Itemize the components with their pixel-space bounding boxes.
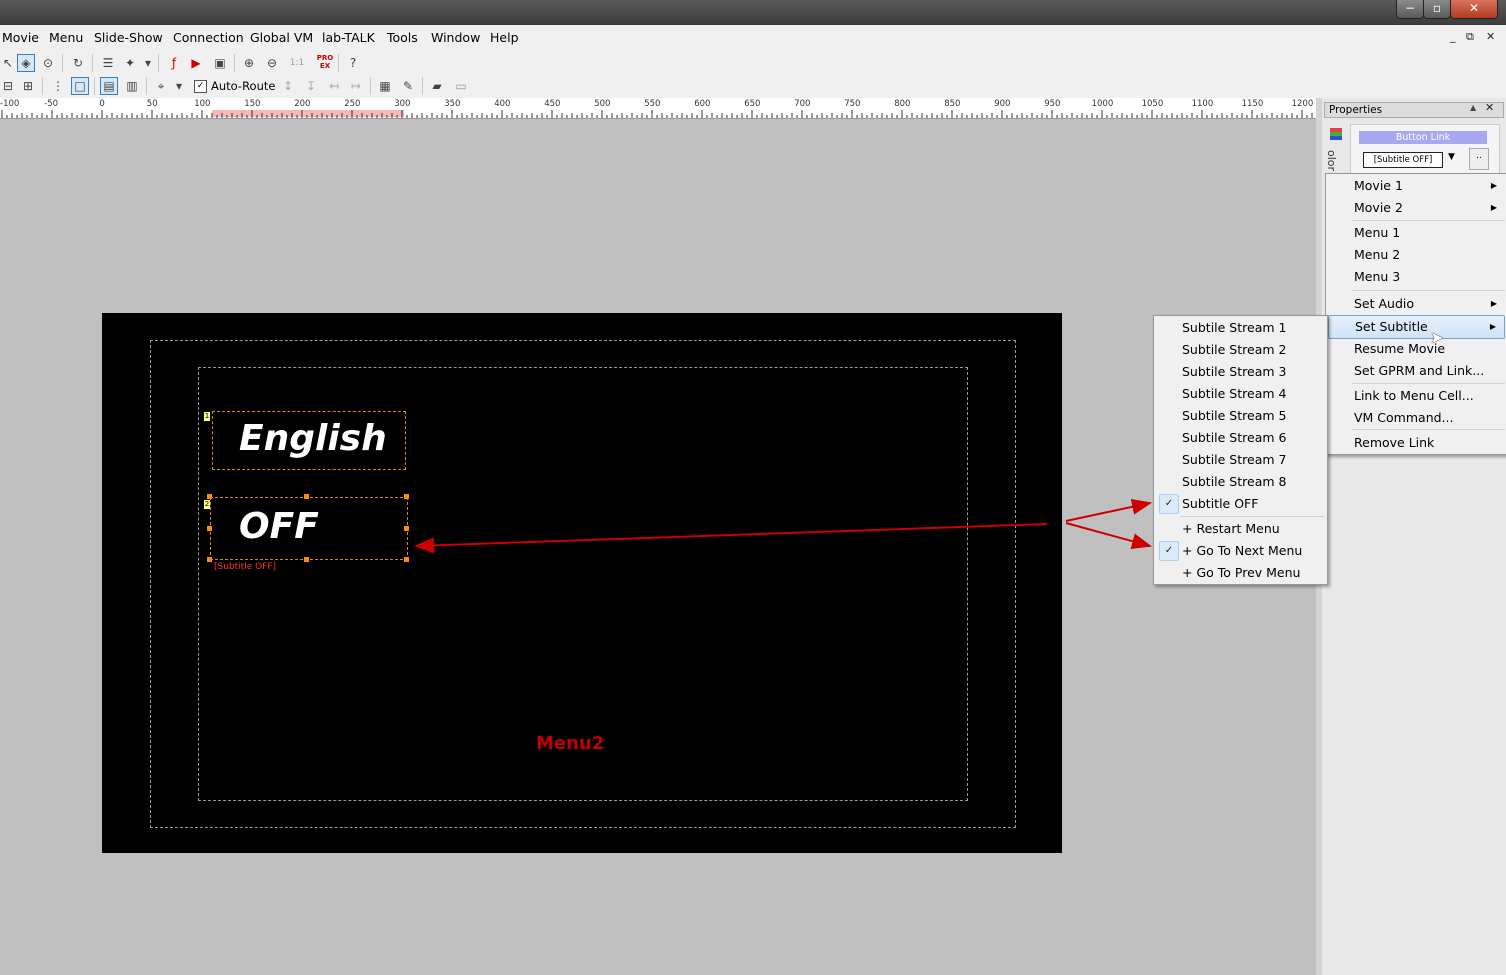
menu-item-subtile-stream-2[interactable]: Subtile Stream 2 <box>1156 339 1325 361</box>
menu-item-label: Subtile Stream 1 <box>1182 320 1287 335</box>
menu-item-link-to-menu-cell[interactable]: Link to Menu Cell... <box>1328 385 1505 407</box>
menu-item-label: Subtile Stream 6 <box>1182 430 1287 445</box>
pin-icon[interactable]: ▲ <box>1470 103 1476 112</box>
submenu-arrow-icon: ▶ <box>1490 203 1497 212</box>
submenu-arrow-icon: ▶ <box>1489 322 1496 331</box>
menu-item-label: Subtitle OFF <box>1182 496 1259 511</box>
menu-item-set-gprm-and-link[interactable]: Set GPRM and Link... <box>1328 360 1505 382</box>
menu-separator <box>1352 429 1505 430</box>
menu-item-label: Set Subtitle <box>1355 319 1428 334</box>
menu-item-movie-1[interactable]: Movie 1 ▶ <box>1328 175 1505 197</box>
menu-item-label: Movie 2 <box>1354 200 1403 215</box>
menu-item-label: Subtile Stream 2 <box>1182 342 1287 357</box>
menu-item-subtile-stream-8[interactable]: Subtile Stream 8 <box>1156 471 1325 493</box>
menu-item-subtile-stream-3[interactable]: Subtile Stream 3 <box>1156 361 1325 383</box>
menu-item-subtile-stream-7[interactable]: Subtile Stream 7 <box>1156 449 1325 471</box>
menu-item-remove-link[interactable]: Remove Link <box>1328 432 1505 454</box>
menu-item-label: + Go To Prev Menu <box>1182 565 1301 580</box>
submenu-arrow-icon: ▶ <box>1490 181 1497 190</box>
menu-item-menu-1[interactable]: Menu 1 <box>1328 222 1505 244</box>
menu-item-movie-2[interactable]: Movie 2 ▶ <box>1328 197 1505 219</box>
menu-item-go-to-prev-menu[interactable]: + Go To Prev Menu <box>1156 562 1325 584</box>
menu-separator <box>1352 290 1505 291</box>
menu-item-vm-command[interactable]: VM Command... <box>1328 407 1505 429</box>
menu-item-label: Link to Menu Cell... <box>1354 388 1474 403</box>
link-context-menu: Movie 1 ▶ Movie 2 ▶ Menu 1 Menu 2 Menu 3 S… <box>1325 173 1506 455</box>
menu-item-label: Remove Link <box>1354 435 1435 450</box>
menu-item-menu-3[interactable]: Menu 3 <box>1328 266 1505 288</box>
menu-item-subtile-stream-4[interactable]: Subtile Stream 4 <box>1156 383 1325 405</box>
menu-item-label: Menu 1 <box>1354 225 1401 240</box>
menu-item-label: Subtile Stream 3 <box>1182 364 1287 379</box>
button-link-more-button[interactable]: .. <box>1469 148 1489 170</box>
check-icon: ✓ <box>1159 541 1179 561</box>
menu-item-subtile-stream-5[interactable]: Subtile Stream 5 <box>1156 405 1325 427</box>
menu-item-go-to-next-menu[interactable]: ✓ + Go To Next Menu <box>1156 540 1325 562</box>
menu-separator <box>1352 383 1505 384</box>
properties-panel-title: Properties <box>1324 102 1504 118</box>
menu-item-label: + Go To Next Menu <box>1182 543 1303 558</box>
color-tab-label[interactable]: olor <box>1325 150 1338 171</box>
panel-close-icon[interactable]: ✕ <box>1485 101 1494 114</box>
menu-item-subtile-stream-1[interactable]: Subtile Stream 1 <box>1156 317 1325 339</box>
menu-item-label: Movie 1 <box>1354 178 1403 193</box>
menu-item-label: Subtile Stream 7 <box>1182 452 1287 467</box>
menu-item-set-audio[interactable]: Set Audio ▶ <box>1328 293 1505 315</box>
menu-item-menu-2[interactable]: Menu 2 <box>1328 244 1505 266</box>
menu-separator <box>1180 516 1325 517</box>
menu-item-set-subtitle[interactable]: Set Subtitle ▶ <box>1328 315 1505 339</box>
chevron-down-icon[interactable]: ▼ <box>1448 152 1455 162</box>
menu-separator <box>1352 220 1505 221</box>
menu-item-label: VM Command... <box>1354 410 1454 425</box>
menu-item-label: Menu 2 <box>1354 247 1401 262</box>
menu-item-label: Set Audio <box>1354 296 1415 311</box>
menu-item-label: Set GPRM and Link... <box>1354 363 1485 378</box>
menu-item-resume-movie[interactable]: Resume Movie <box>1328 338 1505 360</box>
menu-item-label: Menu 3 <box>1354 269 1401 284</box>
color-palette-icon[interactable] <box>1330 128 1342 140</box>
submenu-arrow-icon: ▶ <box>1490 299 1497 308</box>
menu-item-label: Subtile Stream 5 <box>1182 408 1287 423</box>
mouse-cursor-icon: ➤ <box>1430 328 1444 347</box>
menu-item-label: Subtile Stream 8 <box>1182 474 1287 489</box>
set-subtitle-submenu: Subtile Stream 1 Subtile Stream 2 Subtil… <box>1153 315 1328 585</box>
menu-item-subtile-stream-6[interactable]: Subtile Stream 6 <box>1156 427 1325 449</box>
menu-item-label: + Restart Menu <box>1182 521 1280 536</box>
button-link-dropdown[interactable]: [Subtitle OFF] <box>1363 152 1443 168</box>
button-link-title: Button Link <box>1359 131 1487 144</box>
menu-item-subtitle-off[interactable]: ✓ Subtitle OFF <box>1156 493 1325 515</box>
menu-item-label: Subtile Stream 4 <box>1182 386 1287 401</box>
menu-item-restart-menu[interactable]: + Restart Menu <box>1156 518 1325 540</box>
check-icon: ✓ <box>1159 494 1179 514</box>
